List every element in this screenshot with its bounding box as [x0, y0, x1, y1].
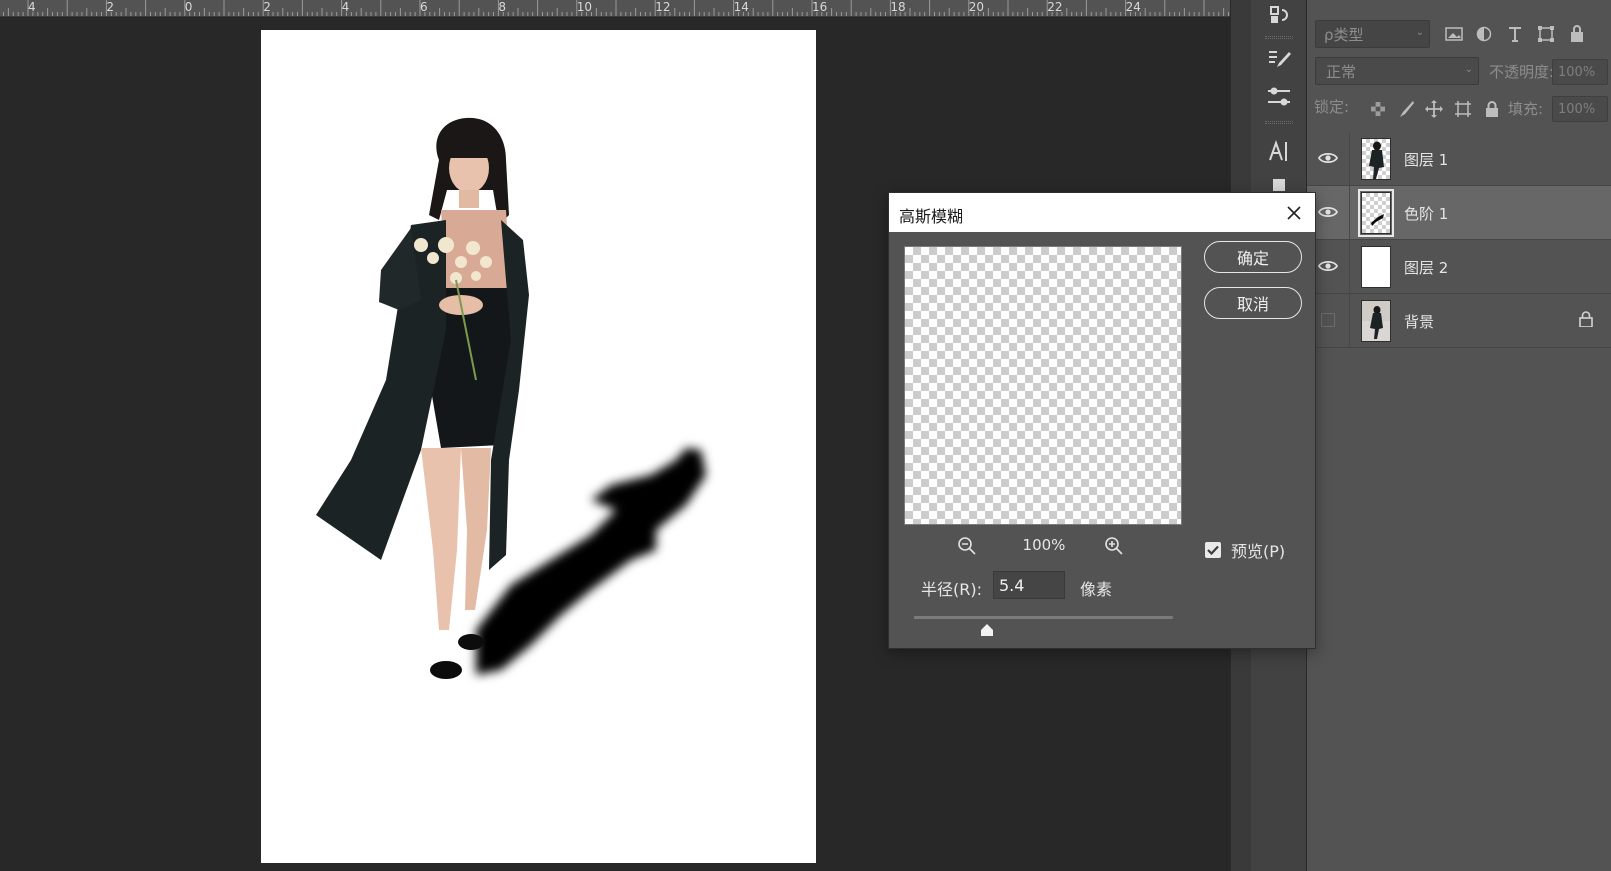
layer-thumbnail	[1361, 246, 1391, 288]
chevron-down-icon: ⌄	[1464, 64, 1473, 75]
layer-thumbnail	[1361, 138, 1391, 180]
opacity-input[interactable]: 100%	[1552, 59, 1608, 85]
character-text-icon[interactable]	[1263, 136, 1295, 166]
document-canvas[interactable]	[261, 30, 816, 863]
layer-row-background[interactable]: 背景	[1307, 294, 1611, 348]
layer-name[interactable]: 色阶 1	[1404, 203, 1448, 224]
layer-name[interactable]: 图层 2	[1404, 257, 1448, 278]
ruler-label: 10	[576, 0, 593, 14]
opacity-label: 不透明度:	[1489, 63, 1555, 81]
lock-all-icon[interactable]	[1481, 98, 1503, 120]
fill-input[interactable]: 100%	[1552, 96, 1608, 122]
lock-label: 锁定:	[1314, 98, 1350, 116]
ruler-label: 16	[812, 0, 828, 14]
ruler-label: 6	[420, 0, 428, 14]
lock-artboard-icon[interactable]	[1452, 98, 1474, 120]
ruler-label: 20	[968, 0, 985, 14]
opacity-value: 100%	[1558, 64, 1596, 80]
layer-filter-label: ρ类型	[1324, 25, 1364, 44]
eye-icon[interactable]	[1317, 255, 1339, 277]
ruler-label: 8	[498, 0, 507, 14]
history-icon[interactable]	[1263, 0, 1295, 30]
ok-button-label: 确定	[1236, 249, 1269, 268]
lock-transparent-pixels-icon[interactable]	[1367, 98, 1389, 120]
blend-mode-dropdown[interactable]: 正常 ⌄	[1315, 57, 1479, 85]
visibility-divider	[1349, 186, 1350, 240]
canvas-artwork	[316, 117, 706, 679]
layer-thumbnail	[1358, 189, 1394, 237]
layer-name[interactable]: 背景	[1404, 311, 1434, 332]
visibility-divider	[1349, 240, 1350, 294]
layer-row-layer-1[interactable]: 图层 1	[1307, 132, 1611, 186]
ruler-label: 2	[106, 0, 115, 14]
ruler-label: 14	[733, 0, 749, 14]
type-filter-icon[interactable]	[1505, 24, 1525, 44]
adjustment-filter-icon[interactable]	[1474, 24, 1494, 44]
brush-settings-icon[interactable]	[1263, 45, 1295, 75]
horizontal-ruler[interactable]: 642024681012141618202224	[0, 0, 1230, 17]
visibility-divider	[1349, 294, 1350, 348]
close-icon[interactable]	[1283, 202, 1305, 224]
layer-name[interactable]: 图层 1	[1404, 149, 1448, 170]
layer-row-layer-2[interactable]: 图层 2	[1307, 240, 1611, 294]
fill-value: 100%	[1558, 101, 1596, 117]
layers-panel: ρ类型 ⌄ 正常 ⌄ 不透明度: 100% 锁定: 填充: 100% 图层 1 …	[1307, 0, 1611, 871]
preview-label[interactable]: 预览(P)	[1231, 538, 1285, 562]
visibility-divider	[1349, 132, 1350, 186]
blend-mode-value: 正常	[1326, 62, 1357, 81]
radius-input[interactable]	[993, 571, 1065, 599]
zoom-in-icon[interactable]	[1103, 535, 1125, 557]
ruler-label: 22	[1047, 0, 1063, 14]
radius-slider-track[interactable]	[914, 616, 1173, 619]
visibility-toggle-off[interactable]	[1321, 313, 1335, 327]
radius-slider-thumb[interactable]	[980, 622, 994, 636]
lock-image-pixels-icon[interactable]	[1395, 98, 1417, 120]
ruler-label: 18	[890, 0, 906, 14]
ruler-label: 0	[184, 0, 193, 14]
image-filter-icon[interactable]	[1444, 24, 1464, 44]
radius-unit: 像素	[1080, 580, 1113, 599]
lock-position-icon[interactable]	[1423, 98, 1445, 120]
cast-shadow	[476, 448, 706, 675]
adjustment-sliders-icon[interactable]	[1263, 82, 1295, 112]
ruler-label: 2	[263, 0, 271, 14]
eye-icon[interactable]	[1317, 147, 1339, 169]
woman-figure	[316, 117, 529, 679]
chevron-down-icon: ⌄	[1415, 27, 1424, 38]
cancel-button[interactable]: 取消	[1204, 287, 1302, 319]
ok-button[interactable]: 确定	[1204, 241, 1302, 273]
layer-row-levels-1[interactable]: 色阶 1	[1307, 186, 1611, 240]
fill-label: 填充:	[1508, 100, 1544, 118]
eye-icon[interactable]	[1317, 201, 1339, 223]
cancel-button-label: 取消	[1236, 295, 1269, 314]
dialog-title: 高斯模糊	[899, 207, 964, 226]
zoom-level: 100%	[1022, 536, 1066, 554]
smart-object-filter-icon[interactable]	[1567, 24, 1587, 44]
ruler-label: 12	[655, 0, 671, 14]
layer-thumbnail	[1361, 300, 1391, 342]
dialog-titlebar[interactable]: 高斯模糊	[889, 193, 1315, 232]
zoom-out-icon[interactable]	[956, 535, 978, 557]
ruler-label: 4	[28, 0, 36, 14]
lock-icon[interactable]	[1579, 311, 1593, 331]
ruler-label: 24	[1125, 0, 1141, 14]
radius-label: 半径(R):	[921, 580, 982, 599]
dock-grip[interactable]	[1265, 36, 1293, 39]
photoshop-window: 642024681012141618202224	[0, 0, 1611, 871]
gaussian-blur-dialog: 高斯模糊 100% 半径(R): 像素 确定 取消 预览(P)	[888, 192, 1316, 649]
dock-grip[interactable]	[1265, 121, 1293, 124]
filter-preview[interactable]	[904, 246, 1182, 525]
shape-filter-icon[interactable]	[1536, 24, 1556, 44]
layer-filter-dropdown[interactable]: ρ类型 ⌄	[1315, 20, 1430, 48]
preview-checkbox[interactable]	[1205, 542, 1221, 558]
ruler-label: 4	[341, 0, 350, 14]
